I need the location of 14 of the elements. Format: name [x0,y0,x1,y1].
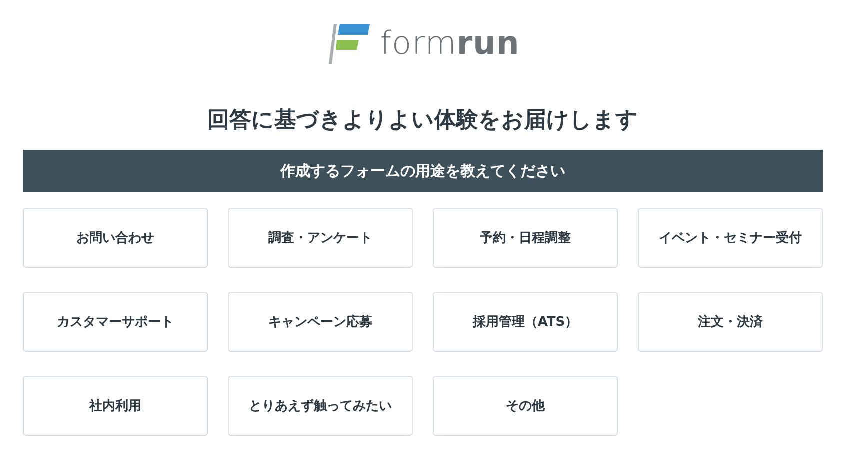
option-button[interactable]: お問い合わせ [23,208,208,268]
option-button[interactable]: その他 [433,376,618,436]
option-button[interactable]: カスタマーサポート [23,292,208,352]
option-button[interactable]: 採用管理（ATS） [433,292,618,352]
option-button[interactable]: 注文・決済 [638,292,823,352]
option-button[interactable]: 予約・日程調整 [433,208,618,268]
option-button[interactable]: キャンペーン応募 [228,292,413,352]
page-heading: 回答に基づきよりよい体験をお届けします [208,107,638,135]
option-button[interactable]: 社内利用 [23,376,208,436]
option-button[interactable]: イベント・セミナー受付 [638,208,823,268]
section-banner: 作成するフォームの用途を教えてください [23,150,823,192]
option-button[interactable]: とりあえず触ってみたい [228,376,413,436]
logo-wordmark: formrun [380,24,520,62]
option-button[interactable]: 調査・アンケート [228,208,413,268]
